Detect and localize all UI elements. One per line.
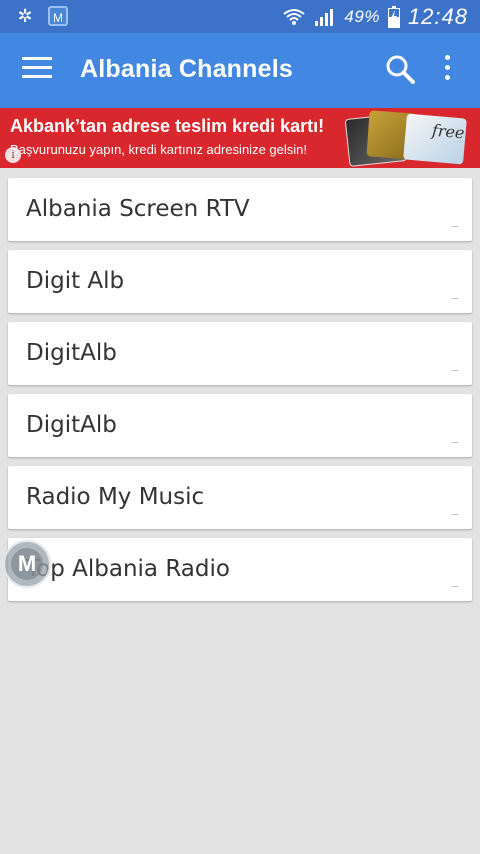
ad-banner[interactable]: Akbank’tan adrese teslim kredi kartı! Ba…: [0, 108, 480, 168]
ad-subline: Başvurunuzu yapın, kredi kartınız adresi…: [10, 142, 307, 157]
channel-label: DigitAlb: [26, 340, 117, 366]
item-corner-mark: [452, 442, 458, 443]
channel-label: Top Albania Radio: [26, 556, 230, 582]
m-icon: M: [11, 548, 43, 580]
list-item[interactable]: Top Albania Radio: [8, 538, 472, 601]
item-corner-mark: [452, 586, 458, 587]
battery-percent: 49%: [344, 7, 380, 26]
channel-label: Digit Alb: [26, 268, 125, 294]
m-app-icon: M: [48, 6, 68, 26]
hamburger-menu-icon[interactable]: [22, 57, 52, 83]
list-item[interactable]: Radio My Music: [8, 466, 472, 529]
channel-label: Radio My Music: [26, 484, 205, 510]
pinwheel-icon: ✲: [17, 6, 33, 26]
ad-headline: Akbank’tan adrese teslim kredi kartı!: [10, 116, 325, 136]
app-bar: Albania Channels: [0, 33, 480, 108]
item-corner-mark: [452, 226, 458, 227]
ad-info-icon[interactable]: i: [5, 147, 21, 163]
item-corner-mark: [452, 298, 458, 299]
list-item[interactable]: DigitAlb: [8, 322, 472, 385]
status-bar-right: 49% 12:48: [282, 4, 468, 30]
card-brand-text: free: [431, 120, 466, 143]
more-vert-icon[interactable]: [440, 55, 454, 85]
page-title: Albania Channels: [80, 55, 293, 83]
floating-m-button[interactable]: M: [3, 540, 51, 588]
list-item[interactable]: Albania Screen RTV: [8, 178, 472, 241]
status-bar-left: ✲ M: [14, 5, 68, 27]
battery-icon: [387, 6, 400, 28]
list-item[interactable]: Digit Alb: [8, 250, 472, 313]
channel-list: Albania Screen RTV Digit Alb DigitAlb Di…: [8, 178, 472, 610]
channel-label: DigitAlb: [26, 412, 117, 438]
item-corner-mark: [452, 370, 458, 371]
signal-icon: [314, 7, 336, 27]
item-corner-mark: [452, 514, 458, 515]
search-icon[interactable]: [384, 53, 416, 85]
list-item[interactable]: DigitAlb: [8, 394, 472, 457]
clock: 12:48: [407, 4, 468, 29]
channel-label: Albania Screen RTV: [26, 196, 250, 222]
wifi-icon: [282, 6, 306, 28]
status-bar: ✲ M 49% 12:48: [0, 0, 480, 33]
